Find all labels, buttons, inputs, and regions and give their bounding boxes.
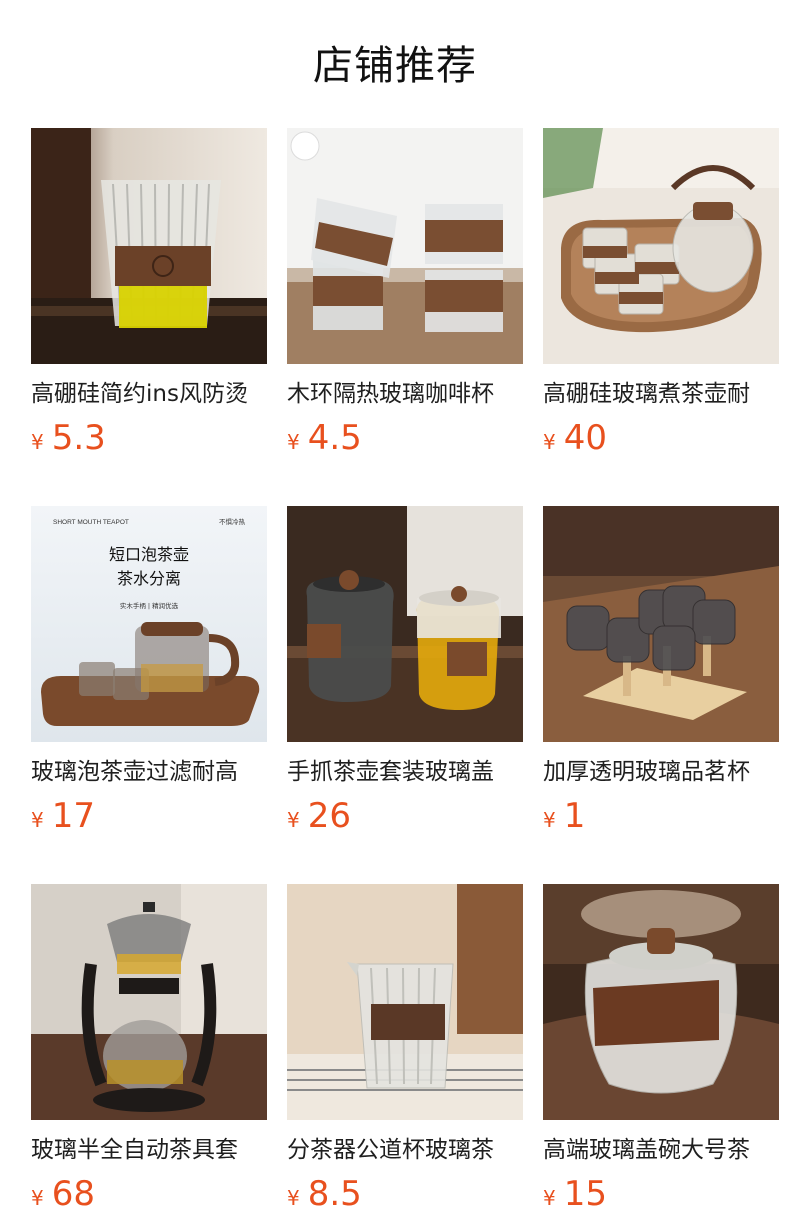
product-name[interactable]: 手抓茶壶套装玻璃盖: [287, 756, 523, 788]
product-image[interactable]: [543, 128, 779, 364]
price-value: 17: [51, 796, 95, 836]
page-title: 店铺推荐: [313, 43, 477, 89]
product-price: ¥8.5: [287, 1174, 523, 1214]
price-value: 15: [563, 1174, 607, 1214]
product-name[interactable]: 玻璃半全自动茶具套: [31, 1134, 267, 1166]
product-name[interactable]: 高硼硅简约ins风防烫: [31, 378, 267, 410]
product-card[interactable]: 高硼硅简约ins风防烫 ¥5.3: [31, 128, 267, 458]
product-price: ¥68: [31, 1174, 267, 1214]
product-image[interactable]: [287, 884, 523, 1120]
product-name[interactable]: 高端玻璃盖碗大号茶: [543, 1134, 779, 1166]
product-name[interactable]: 加厚透明玻璃品茗杯: [543, 756, 779, 788]
price-value: 5.3: [51, 418, 106, 458]
product-card[interactable]: 高端玻璃盖碗大号茶 ¥15: [543, 884, 779, 1214]
currency-symbol: ¥: [543, 430, 556, 454]
currency-symbol: ¥: [287, 430, 300, 454]
product-image[interactable]: [543, 884, 779, 1120]
price-value: 26: [307, 796, 351, 836]
currency-symbol: ¥: [287, 808, 300, 832]
product-name[interactable]: 高硼硅玻璃煮茶壶耐: [543, 378, 779, 410]
currency-symbol: ¥: [31, 430, 44, 454]
poster-top-right: 不惧冷热: [219, 517, 246, 526]
poster-line1: 短口泡茶壶: [109, 545, 189, 564]
currency-symbol: ¥: [31, 808, 44, 832]
product-name[interactable]: 分茶器公道杯玻璃茶: [287, 1134, 523, 1166]
product-grid: 高硼硅简约ins风防烫 ¥5.3 木环隔热玻璃咖啡杯 ¥ 4.5 高硼硅玻璃煮茶…: [31, 128, 779, 1214]
poster-top-left: SHORT MOUTH TEAPOT: [53, 519, 129, 526]
product-price: ¥26: [287, 796, 523, 836]
poster-line2: 茶水分离: [117, 569, 181, 588]
currency-symbol: ¥: [543, 808, 556, 832]
price-value: 4.5: [307, 418, 362, 458]
poster-small: 实木手柄 | 精润优选: [120, 601, 179, 610]
price-value: 68: [51, 1174, 95, 1214]
product-price: ¥15: [543, 1174, 779, 1214]
product-price: ¥4.5: [287, 418, 523, 458]
product-card[interactable]: 分茶器公道杯玻璃茶 ¥8.5: [287, 884, 523, 1214]
product-card[interactable]: 手抓茶壶套装玻璃盖 ¥26: [287, 506, 523, 836]
product-card[interactable]: 加厚透明玻璃品茗杯 ¥1: [543, 506, 779, 836]
product-card[interactable]: SHORT MOUTH TEAPOT 不惧冷热 短口泡茶壶 茶水分离 实木手柄 …: [31, 506, 267, 836]
product-name[interactable]: 木环隔热玻璃咖啡杯: [287, 378, 523, 410]
product-card[interactable]: 高硼硅玻璃煮茶壶耐 ¥40: [543, 128, 779, 458]
product-price: ¥1: [543, 796, 779, 836]
product-image[interactable]: [287, 128, 523, 364]
product-price: ¥17: [31, 796, 267, 836]
product-image[interactable]: [543, 506, 779, 742]
currency-symbol: ¥: [287, 1186, 300, 1210]
price-value: 40: [563, 418, 607, 458]
product-image[interactable]: [31, 884, 267, 1120]
product-image[interactable]: [31, 128, 267, 364]
product-image[interactable]: SHORT MOUTH TEAPOT 不惧冷热 短口泡茶壶 茶水分离 实木手柄 …: [31, 506, 267, 742]
price-value: 1: [563, 796, 586, 836]
product-price: ¥40: [543, 418, 779, 458]
product-card[interactable]: 玻璃半全自动茶具套 ¥68: [31, 884, 267, 1214]
currency-symbol: ¥: [543, 1186, 556, 1210]
price-value: 8.5: [307, 1174, 362, 1214]
product-name[interactable]: 玻璃泡茶壶过滤耐高: [31, 756, 267, 788]
currency-symbol: ¥: [31, 1186, 44, 1210]
product-price: ¥5.3: [31, 418, 267, 458]
product-card[interactable]: 木环隔热玻璃咖啡杯 ¥4.5: [287, 128, 523, 458]
product-image[interactable]: [287, 506, 523, 742]
